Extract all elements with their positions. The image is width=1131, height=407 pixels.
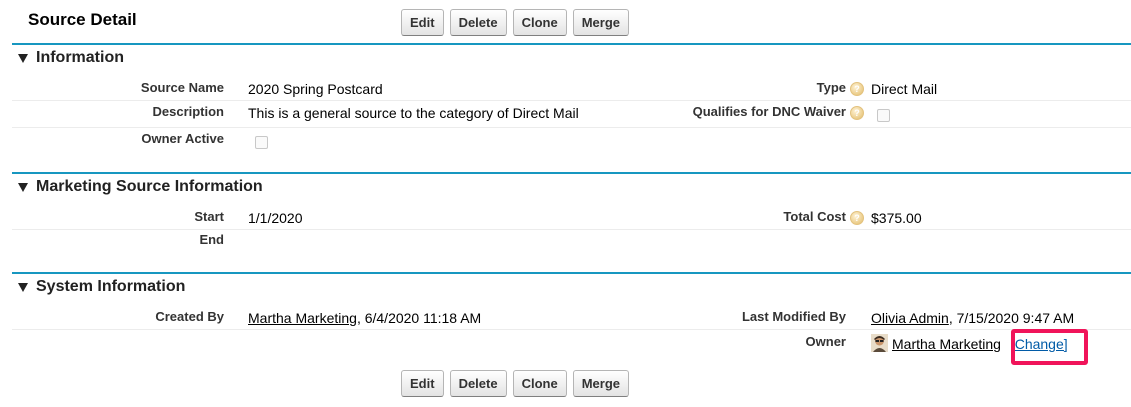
last-modified-value: Olivia Admin, 7/15/2020 9:47 AM: [871, 310, 1074, 326]
marketing-section-header[interactable]: Marketing Source Information: [12, 174, 1131, 200]
delete-button[interactable]: Delete: [449, 9, 507, 36]
information-section-header[interactable]: Information: [12, 45, 1131, 71]
created-by-label: Created By: [155, 309, 224, 324]
edit-button[interactable]: Edit: [401, 9, 444, 36]
system-section: System Information Created By Martha Mar…: [12, 272, 1131, 362]
field-row: Owner Martha Marketing [Change]: [12, 330, 1131, 354]
help-icon[interactable]: ?: [850, 82, 864, 96]
field-row: Source Name 2020 Spring Postcard Type ? …: [12, 77, 1131, 101]
source-name-value: 2020 Spring Postcard: [248, 81, 383, 97]
total-cost-value: $375.00: [871, 210, 922, 226]
end-label: End: [199, 232, 224, 247]
total-cost-label: Total Cost: [783, 209, 846, 224]
section-title: Information: [36, 49, 124, 66]
clone-button[interactable]: Clone: [512, 370, 567, 397]
highlight-box: [1011, 329, 1088, 365]
clone-button[interactable]: Clone: [512, 9, 567, 36]
edit-button[interactable]: Edit: [401, 370, 444, 397]
section-title: Marketing Source Information: [36, 178, 263, 195]
last-modified-date: , 7/15/2020 9:47 AM: [948, 310, 1075, 326]
information-section: Information Source Name 2020 Spring Post…: [12, 43, 1131, 168]
bottom-button-bar: Edit Delete Clone Merge: [401, 370, 630, 397]
collapse-triangle-icon[interactable]: [18, 182, 28, 192]
last-modified-user-link[interactable]: Olivia Admin: [871, 310, 949, 326]
description-value: This is a general source to the category…: [248, 105, 579, 121]
field-row: Created By Martha Marketing, 6/4/2020 11…: [12, 306, 1131, 330]
owner-active-label: Owner Active: [141, 131, 224, 146]
system-section-header[interactable]: System Information: [12, 274, 1131, 300]
delete-button[interactable]: Delete: [449, 370, 507, 397]
merge-button[interactable]: Merge: [572, 9, 630, 36]
description-label: Description: [152, 104, 224, 119]
field-row: Owner Active: [12, 128, 1131, 152]
user-avatar-icon: [871, 334, 888, 352]
field-row: Start 1/1/2020 Total Cost ? $375.00: [12, 206, 1131, 230]
start-value: 1/1/2020: [248, 210, 303, 226]
type-label: Type: [816, 80, 846, 95]
created-by-user-link[interactable]: Martha Marketing: [248, 310, 357, 326]
help-icon[interactable]: ?: [850, 106, 864, 120]
help-icon[interactable]: ?: [850, 211, 864, 225]
owner-label: Owner: [805, 334, 846, 349]
dnc-waiver-label: Qualifies for DNC Waiver: [692, 104, 846, 119]
last-modified-label: Last Modified By: [741, 309, 846, 324]
owner-user-link[interactable]: Martha Marketing: [892, 336, 1001, 352]
section-title: System Information: [36, 278, 186, 295]
field-row: End: [12, 230, 1131, 254]
field-row: Description This is a general source to …: [12, 101, 1131, 128]
marketing-section: Marketing Source Information Start 1/1/2…: [12, 172, 1131, 260]
page-title: Source Detail: [28, 10, 137, 29]
created-by-value: Martha Marketing, 6/4/2020 11:18 AM: [248, 310, 481, 326]
owner-active-checkbox: [255, 136, 268, 149]
start-label: Start: [194, 209, 224, 224]
merge-button[interactable]: Merge: [572, 370, 630, 397]
collapse-triangle-icon[interactable]: [18, 282, 28, 292]
created-by-date: , 6/4/2020 11:18 AM: [356, 310, 482, 326]
source-name-label: Source Name: [140, 80, 224, 95]
top-button-bar: Edit Delete Clone Merge: [401, 9, 630, 36]
dnc-waiver-checkbox: [877, 109, 890, 122]
type-value: Direct Mail: [871, 81, 938, 97]
collapse-triangle-icon[interactable]: [18, 53, 28, 63]
